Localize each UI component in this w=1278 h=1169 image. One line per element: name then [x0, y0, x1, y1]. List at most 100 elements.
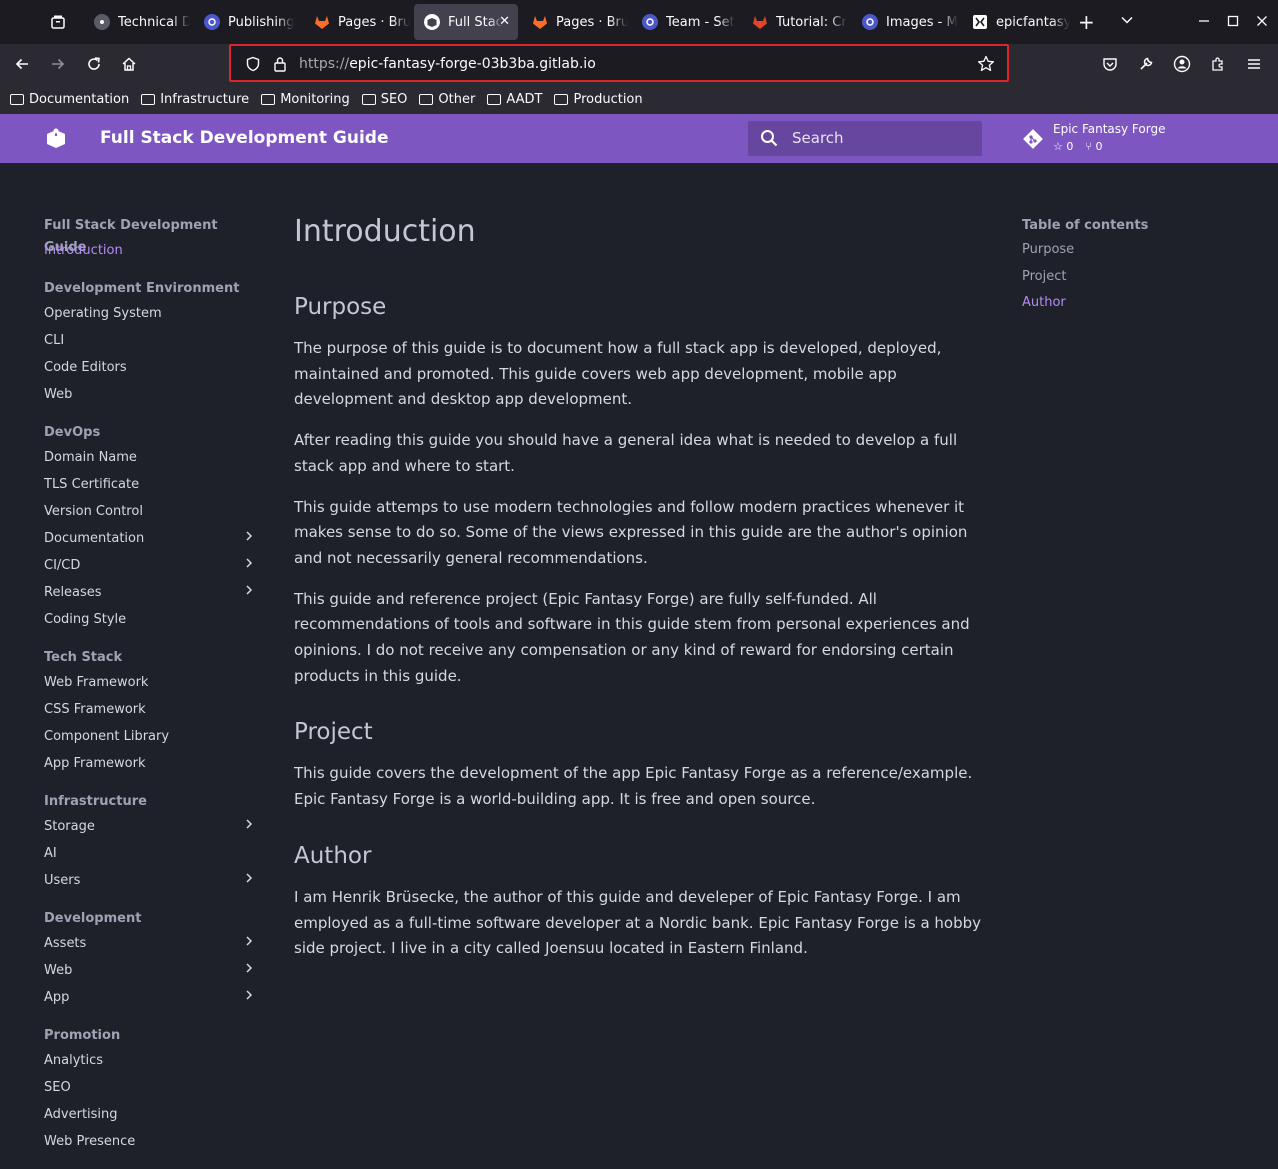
pocket-icon[interactable]	[1098, 52, 1122, 76]
sidebar-item[interactable]: Version Control	[44, 498, 256, 525]
browser-tab[interactable]: Technical D	[84, 4, 190, 40]
maximize-button[interactable]	[1227, 12, 1239, 31]
site-logo-icon[interactable]	[44, 126, 68, 150]
browser-tab[interactable]: Pages · Bru	[304, 4, 410, 40]
stars-count: 0	[1066, 140, 1074, 153]
shield-icon[interactable]	[245, 56, 261, 76]
url-scheme: https://	[299, 56, 350, 72]
bookmark-label: Documentation	[29, 91, 130, 107]
sidebar-item[interactable]: Assets	[44, 930, 256, 957]
close-tab-icon[interactable]: ✕	[499, 14, 510, 29]
chevron-right-icon[interactable]	[244, 984, 254, 1011]
bookmark-folder[interactable]: Other	[419, 92, 475, 107]
sidebar-item[interactable]: CLI	[44, 327, 256, 354]
sidebar-item[interactable]: Releases	[44, 579, 256, 606]
repo-link[interactable]: Epic Fantasy Forge ☆ 0 ⑂ 0	[1022, 120, 1222, 158]
sidebar-item[interactable]: App Framework	[44, 750, 256, 777]
url-text[interactable]: https://epic-fantasy-forge-03b3ba.gitlab…	[299, 56, 596, 72]
paragraph: This guide attemps to use modern technol…	[294, 497, 968, 567]
page-title: Introduction	[294, 214, 476, 249]
sidebar-item[interactable]: Documentation	[44, 525, 256, 552]
back-button[interactable]	[10, 52, 34, 76]
git-icon	[1022, 128, 1044, 154]
tab-overview-icon[interactable]	[46, 10, 70, 34]
sidebar-item[interactable]: AI	[44, 840, 256, 867]
toc-link[interactable]: Author	[1022, 290, 1242, 317]
browser-nav-bar: https://epic-fantasy-forge-03b3ba.gitlab…	[0, 44, 1278, 84]
section-heading: Project	[294, 719, 373, 746]
sidebar-item[interactable]: Web	[44, 957, 256, 984]
toc-link[interactable]: Project	[1022, 264, 1242, 291]
sidebar-item[interactable]: Operating System	[44, 300, 256, 327]
chevron-right-icon[interactable]	[244, 552, 254, 579]
bookmark-folder[interactable]: Production	[554, 92, 643, 107]
bookmark-folder[interactable]: Monitoring	[261, 92, 350, 107]
new-tab-button[interactable]: +	[1078, 10, 1095, 34]
search-input[interactable]: Search	[748, 121, 982, 156]
sidebar-item[interactable]: Web Framework	[44, 669, 256, 696]
minimize-button[interactable]	[1198, 12, 1210, 31]
sidebar-item[interactable]: Coding Style	[44, 606, 256, 633]
browser-tab[interactable]: Full Stac ✕	[414, 4, 518, 40]
chevron-right-icon[interactable]	[244, 930, 254, 957]
chevron-right-icon[interactable]	[244, 957, 254, 984]
sidebar-item[interactable]: SEO	[44, 1074, 256, 1101]
bookmark-folder[interactable]: SEO	[361, 91, 408, 107]
chevron-right-icon[interactable]	[244, 813, 254, 840]
site-title[interactable]: Full Stack Development Guide	[100, 128, 389, 148]
sidebar-item-label: App Framework	[44, 756, 146, 771]
sidebar-item[interactable]: Users	[44, 867, 256, 894]
sidebar-item[interactable]: Domain Name	[44, 444, 256, 471]
paragraph: This guide covers the development of the…	[294, 764, 973, 809]
browser-tab[interactable]: Pages · Bru	[522, 4, 628, 40]
toc-heading: Table of contents	[1022, 218, 1149, 233]
sidebar-item[interactable]: Storage	[44, 813, 256, 840]
sidebar-item-label: SEO	[44, 1080, 71, 1095]
sidebar-item[interactable]: Component Library	[44, 723, 256, 750]
paragraph: I am Henrik Brüsecke, the author of this…	[294, 887, 982, 958]
sidebar-item[interactable]: Advertising	[44, 1101, 256, 1128]
bookmark-star-icon[interactable]	[977, 55, 995, 77]
menu-icon[interactable]	[1242, 52, 1266, 76]
sidebar-item[interactable]: Web Presence	[44, 1128, 256, 1155]
browser-tab[interactable]: epicfantasy	[962, 4, 1070, 40]
sidebar-item-label: Component Library	[44, 729, 170, 744]
bookmark-label: SEO	[380, 91, 408, 107]
home-button[interactable]	[117, 52, 141, 76]
sidebar-item[interactable]: Code Editors	[44, 354, 256, 381]
reload-button[interactable]	[82, 52, 106, 76]
browser-tab[interactable]: Tutorial: Cr	[742, 4, 848, 40]
forward-button[interactable]	[46, 52, 70, 76]
extensions-icon[interactable]	[1206, 52, 1230, 76]
sidebar-item[interactable]: Introduction	[44, 237, 256, 264]
account-icon[interactable]	[1170, 52, 1194, 76]
toc-link[interactable]: Purpose	[1022, 237, 1242, 264]
sidebar-item-label: Introduction	[44, 243, 123, 258]
sidebar-item[interactable]: TLS Certificate	[44, 471, 256, 498]
bookmark-folder[interactable]: Infrastructure	[141, 92, 249, 107]
bookmark-folder[interactable]: Documentation	[10, 92, 129, 107]
browser-tab[interactable]: Images - M	[852, 4, 958, 40]
wrench-icon[interactable]	[1134, 52, 1158, 76]
sidebar-item[interactable]: Analytics	[44, 1047, 256, 1074]
sidebar-item[interactable]: CI/CD	[44, 552, 256, 579]
tab-list-chevron-icon[interactable]	[1120, 12, 1134, 31]
chevron-right-icon[interactable]	[244, 867, 254, 894]
bookmark-label: Infrastructure	[160, 91, 250, 107]
sidebar-item[interactable]: CSS Framework	[44, 696, 256, 723]
browser-tab[interactable]: Publishing	[194, 4, 300, 40]
bookmark-folder[interactable]: AADT	[487, 92, 542, 107]
sidebar-item-label: CSS Framework	[44, 702, 146, 717]
blue-app-icon	[204, 14, 220, 30]
browser-tab[interactable]: Team - Set	[632, 4, 738, 40]
chevron-right-icon[interactable]	[244, 579, 254, 606]
chevron-right-icon[interactable]	[244, 525, 254, 552]
sidebar-item-label: Web	[44, 963, 73, 978]
sidebar-item[interactable]: Web	[44, 381, 256, 408]
sidebar-item[interactable]: App	[44, 984, 256, 1011]
close-window-button[interactable]	[1256, 12, 1268, 31]
lock-icon[interactable]	[273, 56, 287, 76]
gitlab-icon	[532, 14, 548, 30]
url-bar[interactable]: https://epic-fantasy-forge-03b3ba.gitlab…	[229, 44, 1009, 82]
